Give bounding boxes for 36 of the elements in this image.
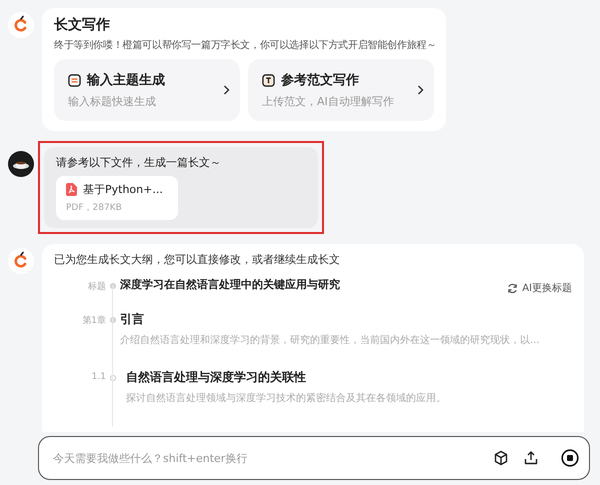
option-description: 输入标题快速生成 [68, 94, 157, 109]
option-title: 输入主题生成 [87, 72, 165, 89]
stop-icon[interactable] [561, 449, 579, 467]
input-field[interactable]: 今天需要我做些什么？shift+enter换行 [38, 436, 590, 480]
logo-icon [8, 248, 34, 274]
option-title: 参考范文写作 [281, 72, 359, 89]
message-input[interactable]: 今天需要我做些什么？shift+enter换行 [51, 450, 479, 466]
outline-description: 探讨自然语言处理领域与深度学习技术的紧密结合及其在各领域的应用。 [126, 392, 447, 405]
regenerate-title-button[interactable]: AI更换标题 [507, 281, 572, 295]
chevron-right-icon [417, 85, 424, 95]
pdf-file-icon [66, 183, 77, 196]
outline-label: 标题 [87, 280, 106, 293]
logo-icon [8, 12, 34, 38]
outline-label: 第1章 [81, 314, 106, 327]
file-meta: PDF，287KB [66, 202, 123, 214]
chevron-right-icon [223, 85, 230, 95]
refresh-icon [507, 282, 518, 294]
outline-label: 1.1 [90, 371, 106, 382]
option-card[interactable]: 输入主题生成 输入标题快速生成 [54, 59, 240, 121]
outline-description: 介绍自然语言处理和深度学习的背景，研究的重要性，当前国内外在这一领域的研究现状，以... [120, 334, 541, 347]
outline-title: 引言 [120, 311, 145, 328]
outline-title: 深度学习在自然语言处理中的关键应用与研究 [120, 277, 341, 292]
outline-intro: 已为您生成长文大纲，您可以直接修改，或者继续生成长文 [54, 252, 341, 267]
cube-icon[interactable] [493, 450, 509, 466]
file-name: 基于Python+... [83, 182, 163, 197]
upload-icon[interactable] [523, 450, 539, 466]
text-icon [262, 74, 275, 86]
card-title: 长文写作 [54, 16, 111, 34]
option-description: 上传范文，AI自动理解写作 [262, 94, 394, 109]
option-card[interactable]: 参考范文写作 上传范文，AI自动理解写作 [248, 59, 434, 121]
file-card[interactable]: 基于Python+... PDF，287KB [56, 176, 178, 220]
card-subtitle: 终于等到你喽！橙篇可以帮你写一篇万字长文，你可以选择以下方式开启智能创作旅程～ [54, 38, 436, 53]
message-text: 请参考以下文件，生成一篇长文～ [56, 155, 222, 170]
avatar [8, 151, 34, 177]
document-icon [68, 74, 81, 86]
outline-title: 自然语言处理与深度学习的关联性 [126, 369, 307, 386]
